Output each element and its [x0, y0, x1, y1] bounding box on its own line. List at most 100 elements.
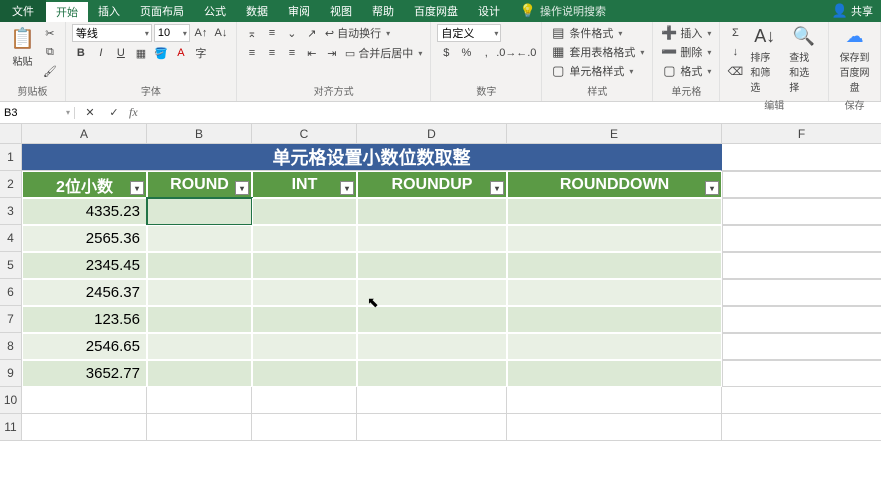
align-bottom-button[interactable]: ⌄	[283, 24, 301, 42]
cell[interactable]	[252, 387, 357, 414]
cell[interactable]	[357, 306, 507, 333]
cell[interactable]	[357, 198, 507, 225]
find-select-button[interactable]: 🔍 查找和选择	[785, 24, 822, 96]
cell[interactable]	[22, 414, 147, 441]
phonetic-button[interactable]: 字	[192, 44, 210, 62]
cell[interactable]	[357, 252, 507, 279]
row-header[interactable]: 10	[0, 387, 22, 414]
row-header[interactable]: 4	[0, 225, 22, 252]
cell[interactable]: 2565.36	[22, 225, 147, 252]
cell[interactable]: 3652.77	[22, 360, 147, 387]
cell[interactable]: 2456.37	[22, 279, 147, 306]
cell[interactable]	[252, 252, 357, 279]
cell[interactable]	[357, 387, 507, 414]
cell[interactable]	[507, 198, 722, 225]
cell[interactable]: 123.56	[22, 306, 147, 333]
col-header[interactable]: D	[357, 124, 507, 144]
col-header[interactable]: A	[22, 124, 147, 144]
cell[interactable]	[722, 360, 881, 387]
cell[interactable]: 2546.65	[22, 333, 147, 360]
cell[interactable]	[357, 333, 507, 360]
row-header[interactable]: 6	[0, 279, 22, 306]
format-cells-button[interactable]: ▢格式	[659, 62, 713, 80]
decrease-decimal-button[interactable]: ←.0	[517, 44, 535, 62]
cell[interactable]	[147, 306, 252, 333]
tab-baidu[interactable]: 百度网盘	[404, 0, 468, 22]
cell[interactable]	[722, 144, 881, 171]
filter-icon[interactable]: ▾	[340, 181, 354, 195]
cell[interactable]	[252, 414, 357, 441]
cell[interactable]	[507, 252, 722, 279]
cell[interactable]	[722, 279, 881, 306]
cell[interactable]	[507, 333, 722, 360]
col-header[interactable]: E	[507, 124, 722, 144]
align-top-button[interactable]: ⌅	[243, 24, 261, 42]
cell[interactable]: 4335.23	[22, 198, 147, 225]
cell[interactable]	[252, 360, 357, 387]
underline-button[interactable]: U	[112, 44, 130, 62]
share-button[interactable]: 👤 共享	[824, 0, 881, 22]
cell[interactable]	[507, 225, 722, 252]
row-header[interactable]: 7	[0, 306, 22, 333]
align-left-button[interactable]: ≡	[243, 44, 261, 62]
col-header[interactable]: C	[252, 124, 357, 144]
cell[interactable]	[357, 360, 507, 387]
row-header[interactable]: 1	[0, 144, 22, 171]
bold-button[interactable]: B	[72, 44, 90, 62]
tab-data[interactable]: 数据	[236, 0, 278, 22]
wrap-text-button[interactable]: ↩自动换行	[323, 24, 392, 42]
cell[interactable]	[147, 252, 252, 279]
filter-icon[interactable]: ▾	[130, 181, 144, 195]
cell[interactable]	[722, 198, 881, 225]
tab-page-layout[interactable]: 页面布局	[130, 0, 194, 22]
font-size-combo[interactable]: 10	[154, 24, 190, 42]
indent-dec-button[interactable]: ⇤	[303, 44, 321, 62]
cell[interactable]	[252, 279, 357, 306]
tab-design[interactable]: 设计	[468, 0, 510, 22]
table-header-cell[interactable]: 2位小数▾	[22, 171, 147, 198]
cell[interactable]	[722, 225, 881, 252]
table-title-cell[interactable]: 单元格设置小数位数取整	[22, 144, 722, 171]
cell[interactable]	[252, 198, 357, 225]
sort-filter-button[interactable]: A↓ 排序和筛选	[746, 24, 783, 96]
fx-icon[interactable]: fx	[129, 105, 138, 120]
cell[interactable]	[147, 387, 252, 414]
cell[interactable]	[252, 333, 357, 360]
clear-button[interactable]: ⌫	[726, 62, 744, 80]
enter-formula-button[interactable]: ✓	[105, 104, 123, 122]
filter-icon[interactable]: ▾	[490, 181, 504, 195]
delete-cells-button[interactable]: ➖删除	[659, 43, 713, 61]
table-header-cell[interactable]: ROUNDDOWN▾	[507, 171, 722, 198]
tell-me[interactable]: 💡 操作说明搜索	[520, 0, 606, 22]
cell[interactable]	[147, 225, 252, 252]
cell[interactable]	[722, 171, 881, 198]
currency-button[interactable]: $	[437, 44, 455, 62]
indent-inc-button[interactable]: ⇥	[323, 44, 341, 62]
insert-cells-button[interactable]: ➕插入	[659, 24, 713, 42]
paste-button[interactable]: 📋 粘贴	[6, 24, 39, 70]
number-format-combo[interactable]: 自定义	[437, 24, 501, 42]
cell[interactable]	[147, 279, 252, 306]
copy-button[interactable]: ⧉	[41, 43, 59, 61]
fill-color-button[interactable]: 🪣	[152, 44, 170, 62]
merge-button[interactable]: ▭合并后居中	[343, 44, 424, 62]
italic-button[interactable]: I	[92, 44, 110, 62]
table-format-button[interactable]: ▦套用表格格式	[548, 43, 646, 61]
file-tab[interactable]: 文件	[0, 0, 46, 22]
row-header[interactable]: 9	[0, 360, 22, 387]
select-all-corner[interactable]	[0, 124, 22, 144]
filter-icon[interactable]: ▾	[235, 181, 249, 195]
cut-button[interactable]: ✂	[41, 24, 59, 42]
align-middle-button[interactable]: ≡	[263, 24, 281, 42]
font-name-combo[interactable]: 等线	[72, 24, 152, 42]
cell[interactable]	[722, 252, 881, 279]
row-header[interactable]: 8	[0, 333, 22, 360]
autosum-button[interactable]: Σ	[726, 24, 744, 42]
row-header[interactable]: 5	[0, 252, 22, 279]
tab-home[interactable]: 开始	[46, 0, 88, 22]
comma-button[interactable]: ,	[477, 44, 495, 62]
cell[interactable]	[507, 279, 722, 306]
filter-icon[interactable]: ▾	[705, 181, 719, 195]
align-center-button[interactable]: ≡	[263, 44, 281, 62]
cell-styles-button[interactable]: ▢单元格样式	[548, 62, 635, 80]
